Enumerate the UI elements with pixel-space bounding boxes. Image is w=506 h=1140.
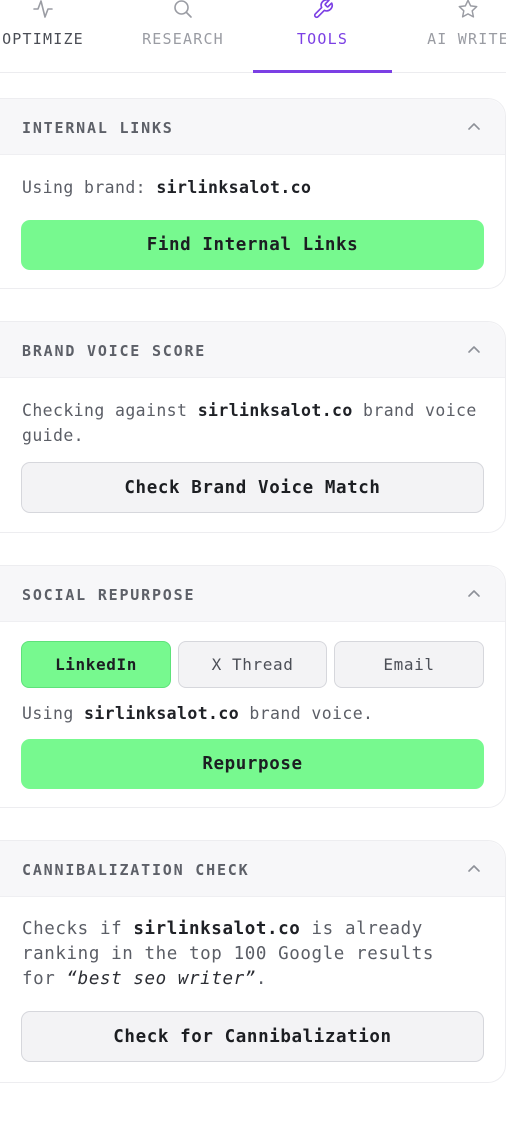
- desc-suffix: brand voice: [352, 401, 477, 420]
- brand-name: sirlinksalot.co: [133, 919, 301, 939]
- tab-label: OPTIMIZE: [2, 30, 84, 48]
- check-cannibalization-button[interactable]: Check for Cannibalization: [21, 1011, 484, 1062]
- cannibalization-description: Checks if sirlinksalot.co is already ran…: [22, 917, 492, 992]
- desc-period: .: [255, 969, 267, 989]
- platform-linkedin[interactable]: LinkedIn: [21, 641, 171, 688]
- platform-email[interactable]: Email: [334, 641, 484, 688]
- tab-ai-write[interactable]: AI WRITE: [418, 0, 506, 72]
- activity-icon: [32, 0, 54, 22]
- tab-research[interactable]: RESEARCH: [133, 0, 233, 72]
- using-suffix: brand voice.: [239, 704, 374, 723]
- brand-voice-description: Checking against sirlinksalot.co brand v…: [22, 398, 492, 448]
- card-title: BRAND VOICE SCORE: [22, 342, 207, 360]
- card-title: INTERNAL LINKS: [22, 119, 174, 137]
- platform-x-thread[interactable]: X Thread: [178, 641, 327, 688]
- desc-line-2: guide.: [22, 426, 85, 445]
- keyword: “best seo writer”: [66, 969, 256, 989]
- using-brand-label: Using brand:: [22, 178, 157, 197]
- internal-links-header[interactable]: INTERNAL LINKS: [0, 99, 505, 155]
- chevron-up-icon[interactable]: [467, 863, 481, 873]
- social-repurpose-header[interactable]: SOCIAL REPURPOSE: [0, 566, 505, 622]
- tab-tools[interactable]: TOOLS: [253, 0, 392, 73]
- tab-optimize[interactable]: OPTIMIZE: [0, 0, 88, 72]
- star-icon: [457, 0, 479, 22]
- desc-line-2: ranking in the top 100 Google results: [22, 944, 435, 964]
- desc-for: for: [22, 969, 67, 989]
- tab-label: TOOLS: [296, 30, 349, 48]
- tab-label: AI WRITE: [427, 30, 506, 48]
- active-tab-indicator: [253, 70, 392, 73]
- card-title: CANNIBALIZATION CHECK: [22, 861, 250, 879]
- brand-name: sirlinksalot.co: [156, 178, 312, 197]
- wrench-icon: [312, 0, 334, 22]
- using-label: Using: [22, 704, 85, 723]
- desc-prefix: Checking against: [22, 401, 198, 420]
- social-repurpose-card: SOCIAL REPURPOSE LinkedIn X Thread Email…: [0, 565, 506, 808]
- find-internal-links-button[interactable]: Find Internal Links: [21, 220, 484, 270]
- brand-voice-note: Using sirlinksalot.co brand voice.: [22, 701, 373, 726]
- brand-voice-header[interactable]: BRAND VOICE SCORE: [0, 322, 505, 378]
- chevron-up-icon[interactable]: [467, 588, 481, 598]
- tab-bar: OPTIMIZE RESEARCH TOOLS AI WRITE: [0, 0, 506, 73]
- platform-selector: LinkedIn X Thread Email: [0, 641, 506, 688]
- card-title: SOCIAL REPURPOSE: [22, 586, 196, 604]
- repurpose-button[interactable]: Repurpose: [21, 739, 484, 789]
- internal-links-card: INTERNAL LINKS Using brand: sirlinksalot…: [0, 98, 506, 289]
- desc-prefix: Checks if: [22, 919, 134, 939]
- check-brand-voice-button[interactable]: Check Brand Voice Match: [21, 462, 484, 513]
- cannibalization-card: CANNIBALIZATION CHECK Checks if sirlinks…: [0, 840, 506, 1083]
- brand-name: sirlinksalot.co: [84, 704, 240, 723]
- brand-voice-card: BRAND VOICE SCORE Checking against sirli…: [0, 321, 506, 533]
- tab-label: RESEARCH: [142, 30, 224, 48]
- desc-suffix: is already: [300, 919, 423, 939]
- chevron-up-icon[interactable]: [467, 344, 481, 354]
- cannibalization-header[interactable]: CANNIBALIZATION CHECK: [0, 841, 505, 897]
- chevron-up-icon[interactable]: [467, 121, 481, 131]
- brand-name: sirlinksalot.co: [197, 401, 353, 420]
- search-icon: [172, 0, 194, 22]
- brand-info-text: Using brand: sirlinksalot.co: [22, 175, 311, 200]
